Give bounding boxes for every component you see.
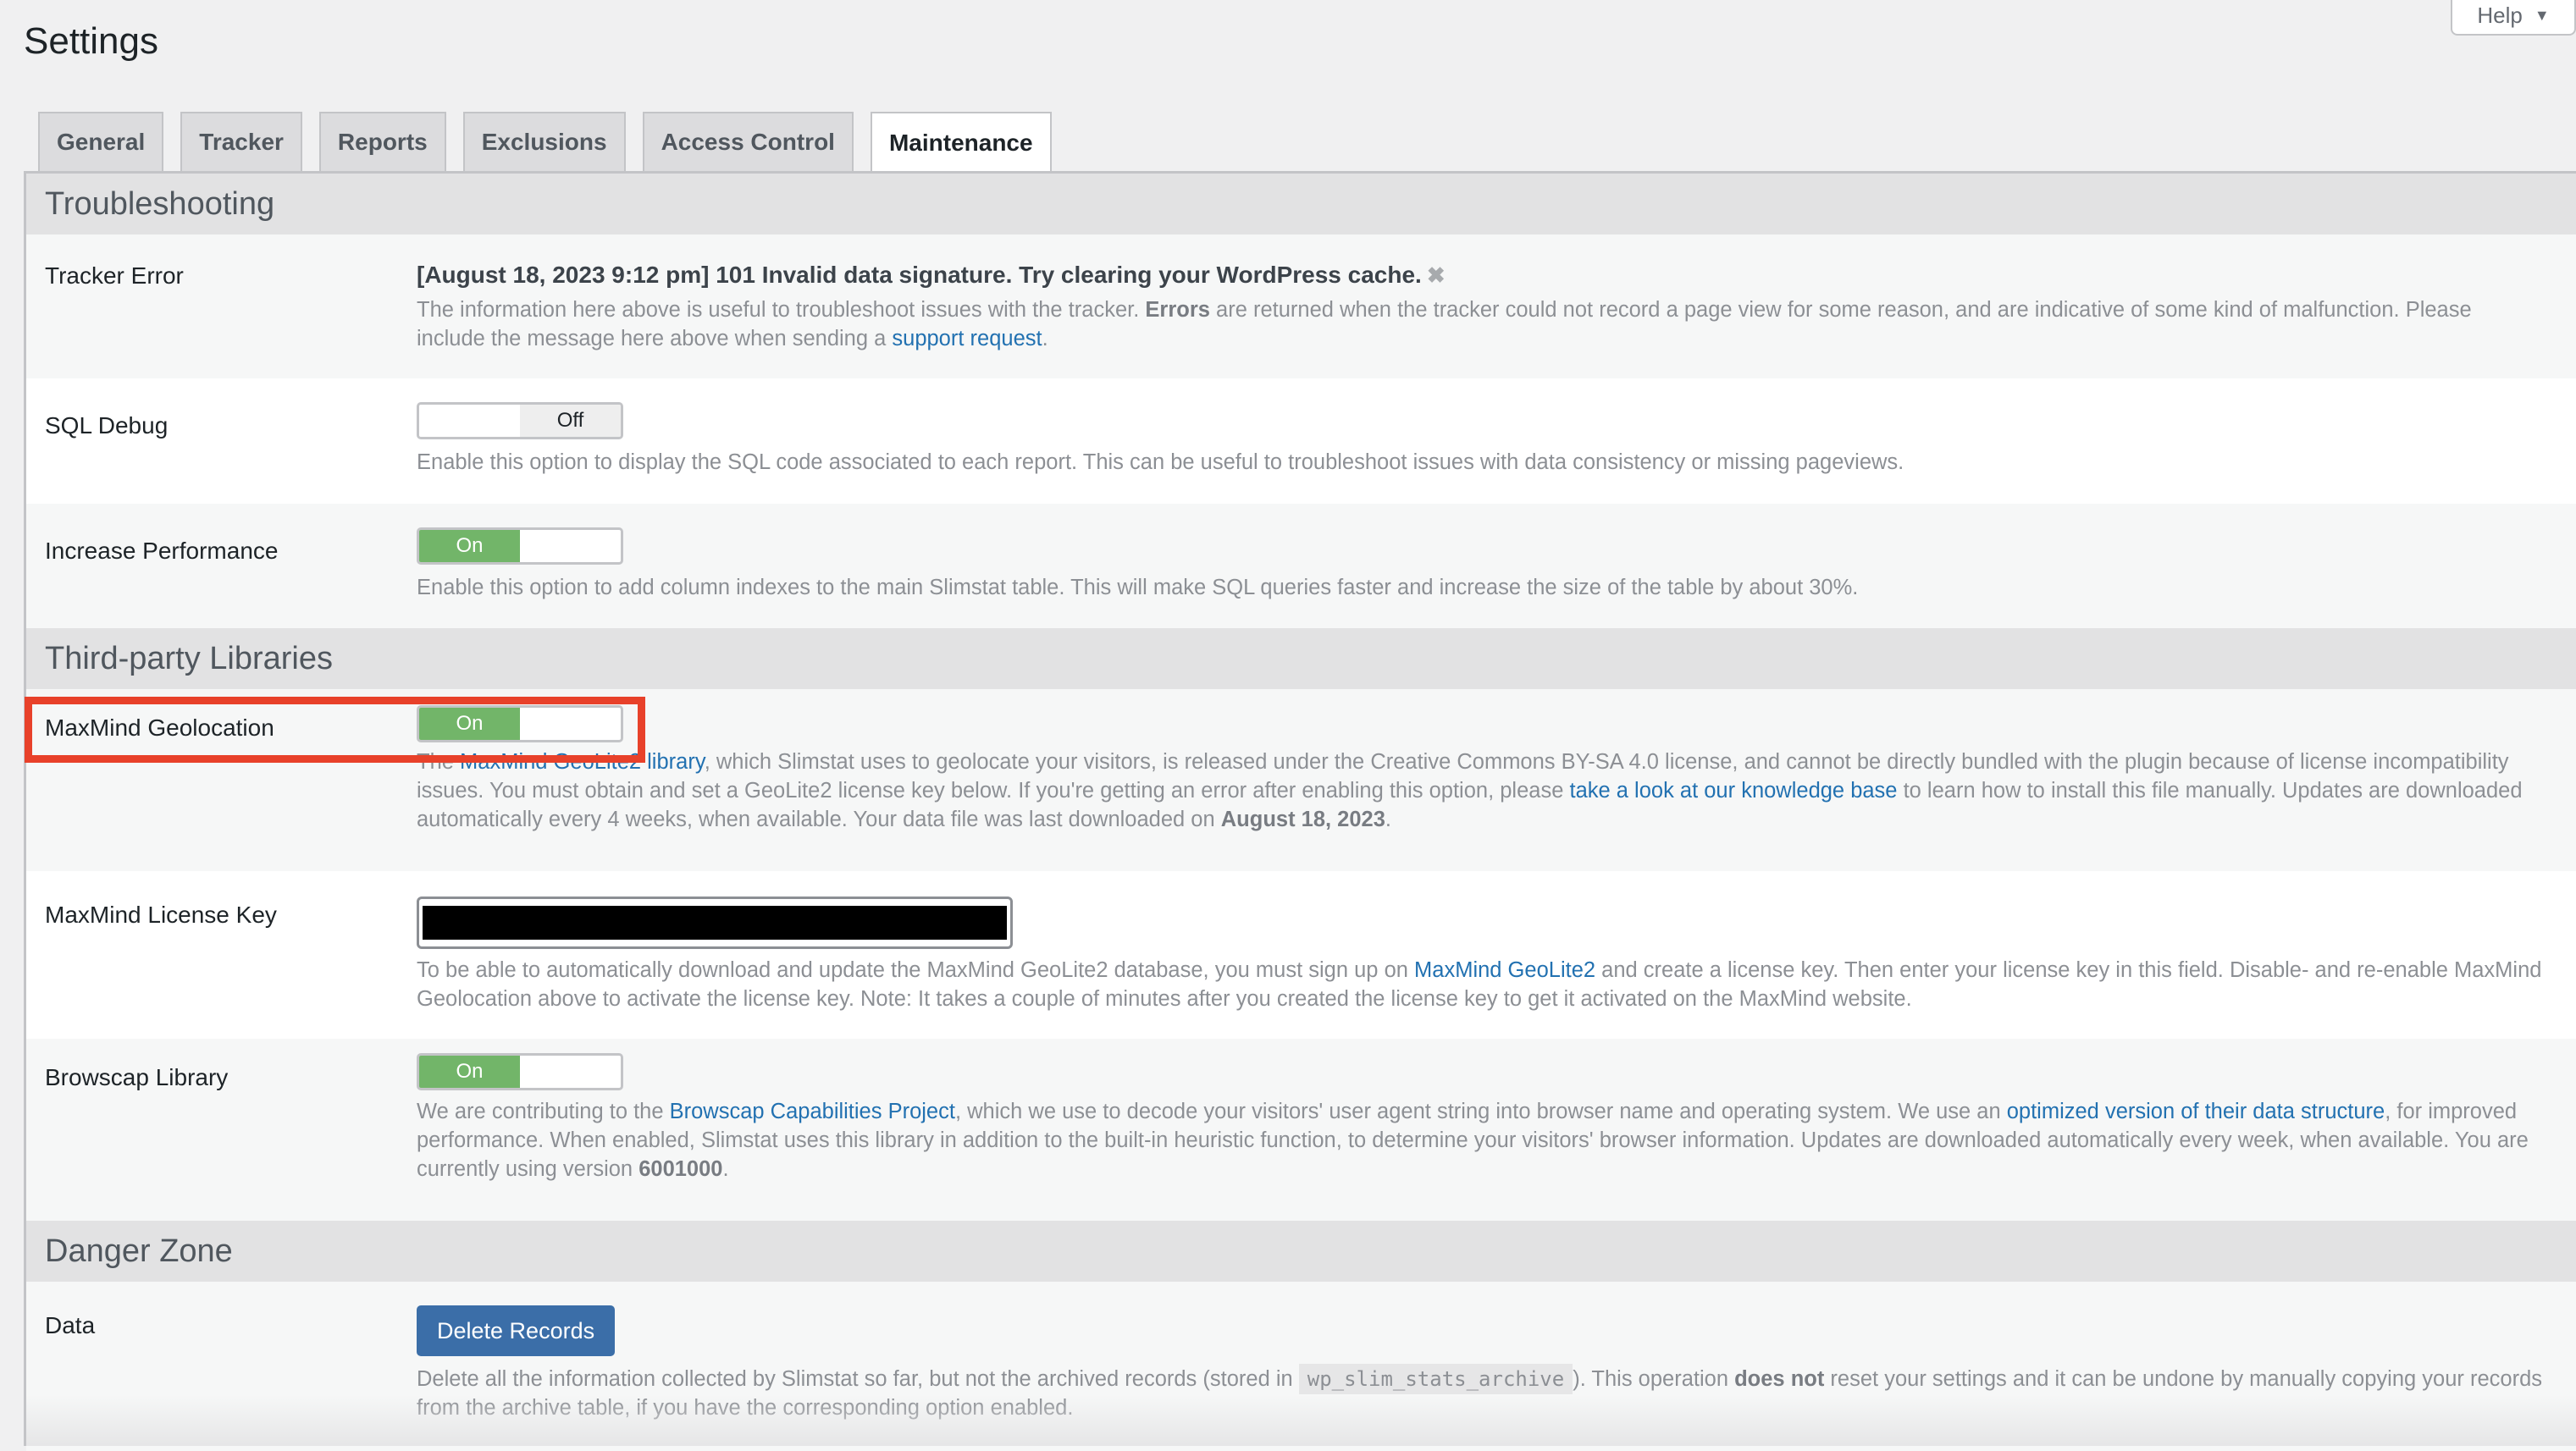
toggle-off-side <box>520 530 621 562</box>
browscap-version: 6001000 <box>638 1157 723 1181</box>
desc-text: To be able to automatically download and… <box>417 958 1415 982</box>
increase-performance-description: Enable this option to add column indexes… <box>417 576 1859 599</box>
sql-debug-description: Enable this option to display the SQL co… <box>417 450 1904 474</box>
desc-bold: Errors <box>1145 298 1210 322</box>
setting-row-increase-performance: Increase Performance On Enable this opti… <box>26 504 2576 628</box>
desc-bold: does not <box>1734 1367 1825 1391</box>
section-third-party-title: Third-party Libraries <box>26 628 2576 689</box>
toggle-state-label: Off <box>520 405 621 437</box>
maxmind-geolocation-label: MaxMind Geolocation <box>45 714 274 741</box>
optimized-data-structure-link[interactable]: optimized version of their data structur… <box>2007 1100 2385 1123</box>
increase-performance-label: Increase Performance <box>45 538 279 564</box>
help-button[interactable]: Help ▼ <box>2451 0 2576 36</box>
maxmind-license-key-input[interactable] <box>417 897 1013 949</box>
last-download-date: August 18, 2023 <box>1220 808 1385 831</box>
increase-performance-toggle[interactable]: On <box>417 527 623 565</box>
toggle-state-label: On <box>419 1056 520 1088</box>
delete-records-button[interactable]: Delete Records <box>417 1305 616 1356</box>
tracker-error-description: The information here above is useful to … <box>417 295 2542 353</box>
sql-debug-label: SQL Debug <box>45 412 169 439</box>
maxmind-geolite2-signup-link[interactable]: MaxMind GeoLite2 <box>1414 958 1595 982</box>
help-label: Help <box>2477 2 2523 28</box>
desc-text: ). This operation <box>1573 1367 1735 1391</box>
desc-text: Delete all the information collected by … <box>417 1367 1299 1391</box>
maxmind-geolite2-library-link[interactable]: MaxMind GeoLite2 library <box>460 750 705 774</box>
browscap-label: Browscap Library <box>45 1064 229 1090</box>
triangle-down-icon: ▼ <box>2534 6 2550 24</box>
setting-row-browscap: Browscap Library On We are contributing … <box>26 1039 2576 1221</box>
tab-access-control[interactable]: Access Control <box>642 112 854 171</box>
toggle-state-label: On <box>419 530 520 562</box>
sql-debug-toggle[interactable]: Off <box>417 402 623 439</box>
tab-tracker[interactable]: Tracker <box>180 112 302 171</box>
setting-row-sql-debug: SQL Debug Off Enable this option to disp… <box>26 378 2576 504</box>
maxmind-geolocation-description: The MaxMind GeoLite2 library, which Slim… <box>417 748 2542 834</box>
tracker-error-text: [August 18, 2023 9:12 pm] 101 Invalid da… <box>417 262 1422 288</box>
support-request-link[interactable]: support request <box>892 327 1042 350</box>
desc-text: . <box>1385 808 1392 831</box>
delete-records-description: Delete all the information collected by … <box>417 1364 2542 1422</box>
tab-exclusions[interactable]: Exclusions <box>462 112 626 171</box>
toggle-off-side <box>520 1056 621 1088</box>
toggle-on-side <box>419 405 520 437</box>
setting-row-maxmind-geolocation: MaxMind Geolocation On The MaxMind GeoLi… <box>26 689 2576 871</box>
maxmind-license-key-description: To be able to automatically download and… <box>417 956 2542 1013</box>
toggle-state-label: On <box>419 708 520 740</box>
setting-row-tracker-error: Tracker Error [August 18, 2023 9:12 pm] … <box>26 234 2576 378</box>
close-icon[interactable]: ✖ <box>1427 262 1446 288</box>
desc-text: . <box>722 1157 729 1181</box>
tab-general[interactable]: General <box>38 112 164 171</box>
setting-row-data: Data Delete Records Delete all the infor… <box>26 1282 2576 1451</box>
toggle-off-side <box>520 708 621 740</box>
maxmind-geolocation-toggle[interactable]: On <box>417 705 623 742</box>
data-label: Data <box>45 1312 96 1338</box>
browscap-description: We are contributing to the Browscap Capa… <box>417 1097 2542 1183</box>
tracker-error-label: Tracker Error <box>45 262 184 289</box>
knowledge-base-link[interactable]: take a look at our knowledge base <box>1569 779 1897 803</box>
tab-reports[interactable]: Reports <box>318 112 446 171</box>
section-troubleshooting-title: Troubleshooting <box>26 174 2576 234</box>
setting-row-maxmind-license-key: MaxMind License Key To be able to automa… <box>26 871 2576 1039</box>
desc-text: We are contributing to the <box>417 1100 670 1123</box>
settings-tabs: General Tracker Reports Exclusions Acces… <box>38 112 1069 173</box>
desc-text: , which we use to decode your visitors' … <box>954 1100 2007 1123</box>
settings-panel: Troubleshooting Tracker Error [August 18… <box>24 171 2576 1451</box>
page-title: Settings <box>24 20 158 62</box>
desc-text: . <box>1042 327 1048 350</box>
desc-text: The <box>417 750 461 774</box>
browscap-project-link[interactable]: Browscap Capabilities Project <box>670 1100 955 1123</box>
archive-table-name: wp_slim_stats_archive <box>1298 1364 1573 1394</box>
desc-text: The information here above is useful to … <box>417 298 1146 322</box>
maxmind-license-key-label: MaxMind License Key <box>45 902 277 928</box>
tab-maintenance[interactable]: Maintenance <box>870 112 1052 173</box>
redacted-license-key <box>423 906 1007 940</box>
section-danger-zone-title: Danger Zone <box>26 1221 2576 1282</box>
browscap-toggle[interactable]: On <box>417 1053 623 1090</box>
tracker-error-message: [August 18, 2023 9:12 pm] 101 Invalid da… <box>417 262 2542 289</box>
